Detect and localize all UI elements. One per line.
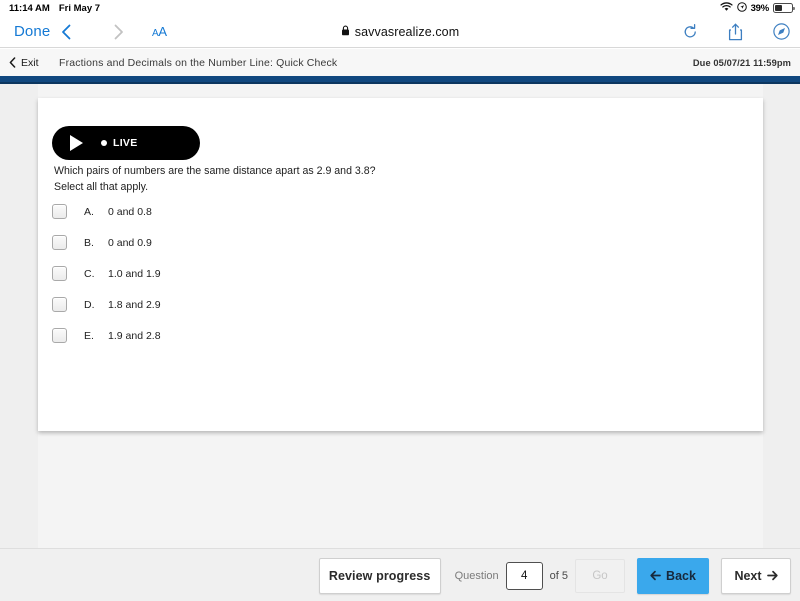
answer-option-e[interactable]: E. 1.9 and 2.8 (48, 320, 528, 351)
arrow-left-icon (650, 570, 661, 581)
footer-controls: Review progress Question of 5 Go Back Ne… (318, 549, 800, 601)
next-button[interactable]: Next (721, 557, 791, 594)
question-number-input[interactable] (505, 561, 543, 590)
option-letter-c: C. (84, 267, 95, 280)
status-bar-time: 11:14 AM (9, 2, 50, 14)
header-accent-stripe (0, 76, 800, 84)
option-letter-e: E. (84, 329, 94, 342)
assignment-header: Exit Fractions and Decimals on the Numbe… (0, 49, 800, 76)
status-bar-right: 39% (720, 0, 795, 16)
live-label: LIVE (113, 137, 138, 149)
battery-icon (773, 3, 795, 13)
answer-options-list: A. 0 and 0.8 B. 0 and 0.9 C. 1.0 and 1.9… (48, 196, 528, 351)
question-prompt-line2: Select all that apply. (54, 180, 149, 193)
url-text: savvasrealize.com (354, 25, 460, 39)
due-date: Due 05/07/21 11:59pm (692, 57, 791, 68)
option-letter-b: B. (84, 236, 94, 249)
wifi-icon (720, 1, 733, 15)
reload-icon[interactable] (683, 23, 698, 40)
safari-compass-icon[interactable] (773, 23, 790, 40)
review-progress-button[interactable]: Review progress (318, 557, 441, 594)
question-navigator: Question of 5 (454, 561, 568, 590)
assignment-footer: Review progress Question of 5 Go Back Ne… (0, 548, 800, 601)
live-label-group: LIVE (101, 137, 138, 149)
assignment-title: Fractions and Decimals on the Number Lin… (59, 56, 338, 69)
tablet-screen: 11:14 AM Fri May 7 39% Done AA savvasrea… (0, 0, 800, 601)
share-icon[interactable] (728, 23, 743, 41)
status-bar-left: 11:14 AM Fri May 7 (0, 3, 100, 14)
chevron-left-icon (9, 57, 16, 68)
ios-status-bar: 11:14 AM Fri May 7 39% (0, 0, 800, 16)
option-letter-a: A. (84, 205, 94, 218)
question-card: LIVE Which pairs of numbers are the same… (38, 98, 763, 431)
play-icon[interactable] (70, 135, 83, 151)
checkbox-c[interactable] (52, 266, 67, 281)
exit-button[interactable]: Exit (0, 57, 39, 69)
answer-option-b[interactable]: B. 0 and 0.9 (48, 227, 528, 258)
arrow-right-icon (766, 570, 778, 581)
page-body: LIVE Which pairs of numbers are the same… (0, 84, 800, 548)
safari-toolbar: Done AAAA savvasrealize.com (0, 16, 800, 48)
address-bar[interactable]: savvasrealize.com (0, 16, 800, 48)
go-button: Go (575, 558, 625, 593)
answer-option-c[interactable]: C. 1.0 and 1.9 (48, 258, 528, 289)
checkbox-d[interactable] (52, 297, 67, 312)
next-label: Next (734, 568, 762, 583)
question-prompt: Which pairs of numbers are the same dist… (54, 164, 654, 195)
question-total-label: of 5 (549, 569, 568, 582)
question-nav-label: Question (454, 569, 499, 582)
battery-percent: 39% (750, 2, 770, 14)
answer-option-d[interactable]: D. 1.8 and 2.9 (48, 289, 528, 320)
exit-label: Exit (21, 56, 39, 69)
checkbox-a[interactable] (52, 204, 67, 219)
live-dot-icon (101, 140, 107, 146)
status-bar-date: Fri May 7 (58, 2, 101, 14)
option-text-c: 1.0 and 1.9 (108, 267, 161, 280)
option-text-a: 0 and 0.8 (108, 205, 152, 218)
safari-toolbar-icons (683, 23, 790, 41)
answer-option-a[interactable]: A. 0 and 0.8 (48, 196, 528, 227)
question-prompt-line1: Which pairs of numbers are the same dist… (54, 165, 376, 177)
back-button[interactable]: Back (637, 557, 709, 594)
option-text-b: 0 and 0.9 (108, 236, 152, 249)
location-icon (736, 1, 747, 15)
lock-icon (341, 23, 350, 41)
live-badge[interactable]: LIVE (52, 126, 200, 160)
checkbox-b[interactable] (52, 235, 67, 250)
checkbox-e[interactable] (52, 328, 67, 343)
option-text-d: 1.8 and 2.9 (108, 298, 161, 311)
option-letter-d: D. (84, 298, 95, 311)
back-label: Back (666, 568, 696, 583)
option-text-e: 1.9 and 2.8 (108, 329, 161, 342)
